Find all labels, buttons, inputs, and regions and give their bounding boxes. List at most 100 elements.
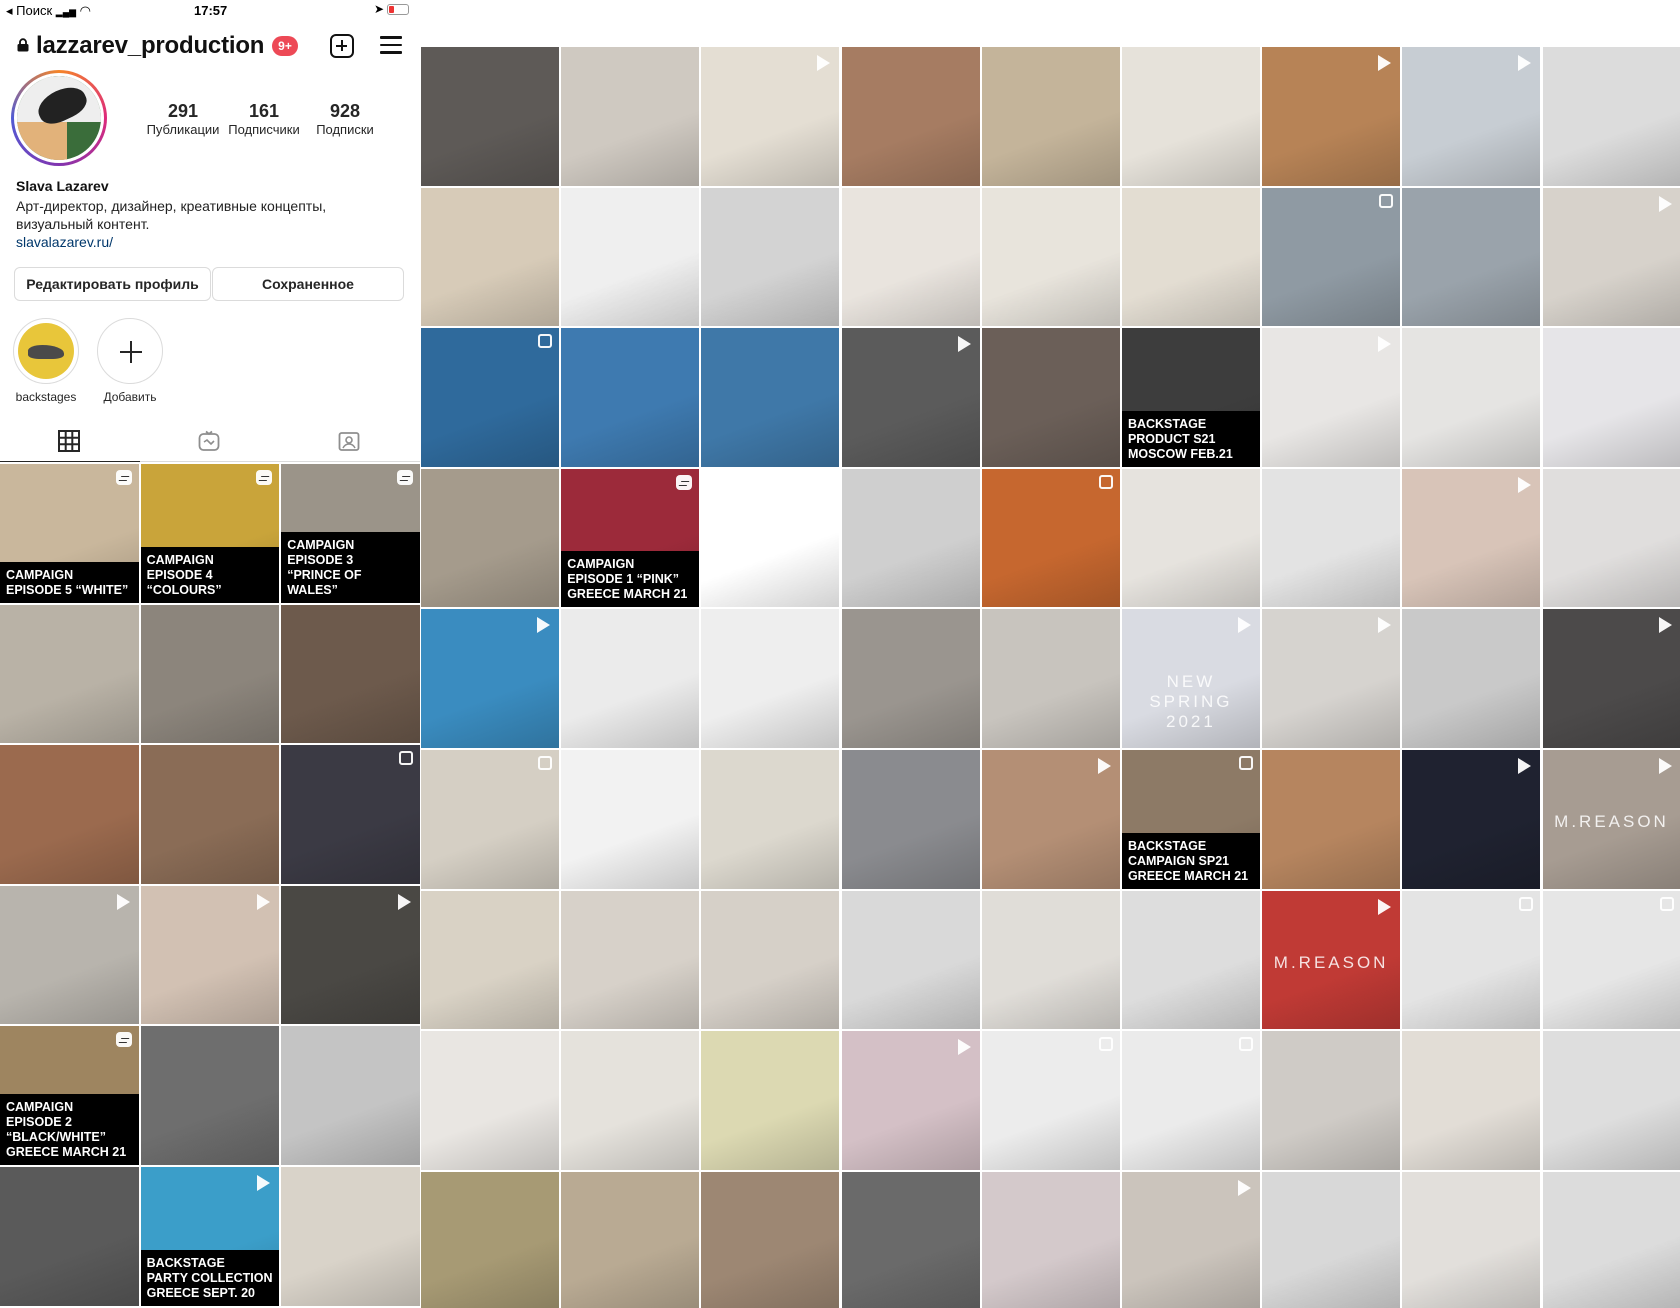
post-tile[interactable]: [841, 328, 980, 467]
highlight-backstages[interactable]: backstages: [13, 318, 79, 404]
post-tile[interactable]: CAMPAIGN EPISODE 2 “BLACK/WHITE” GREECE …: [0, 1026, 139, 1165]
post-tile[interactable]: [1262, 468, 1401, 608]
stat-followers[interactable]: 161 Подписчики: [225, 100, 303, 138]
post-tile[interactable]: [1262, 328, 1401, 467]
highlight-add[interactable]: Добавить: [97, 318, 163, 404]
post-tile[interactable]: [1402, 328, 1541, 467]
post-tile[interactable]: [841, 749, 980, 889]
post-tile[interactable]: [841, 609, 980, 748]
post-tile[interactable]: [981, 47, 1120, 186]
post-tile[interactable]: CAMPAIGN EPISODE 5 “WHITE”: [0, 464, 139, 603]
post-tile[interactable]: [981, 187, 1120, 327]
post-tile[interactable]: [1402, 1031, 1541, 1170]
post-tile[interactable]: [1121, 47, 1260, 186]
post-tile[interactable]: [1402, 187, 1541, 327]
post-tile[interactable]: [561, 1171, 700, 1308]
post-tile[interactable]: [981, 749, 1120, 889]
post-tile[interactable]: M.REASON: [1542, 749, 1680, 889]
profile-website-link[interactable]: slavalazarev.ru/: [16, 234, 113, 250]
post-tile[interactable]: BACKSTAGE PRODUCT S21 MOSCOW FEB.21: [1121, 328, 1260, 467]
post-tile[interactable]: BACKSTAGE CAMPAIGN SP21 GREECE MARCH 21: [1121, 749, 1260, 889]
post-tile[interactable]: BACKSTAGE PARTY COLLECTION GREECE SEPT. …: [140, 1166, 280, 1306]
post-tile[interactable]: [421, 1031, 559, 1170]
post-tile[interactable]: [281, 745, 420, 884]
post-tile[interactable]: [1402, 1171, 1541, 1308]
post-tile[interactable]: [0, 745, 139, 884]
post-tile[interactable]: [841, 1031, 980, 1170]
post-tile[interactable]: [281, 1166, 420, 1306]
post-tile[interactable]: [1402, 609, 1541, 748]
post-tile[interactable]: [140, 745, 280, 884]
notification-badge[interactable]: 9+: [272, 36, 298, 56]
post-tile[interactable]: CAMPAIGN EPISODE 4 “COLOURS”: [140, 464, 280, 603]
post-tile[interactable]: [701, 47, 840, 186]
post-tile[interactable]: [421, 749, 559, 889]
post-tile[interactable]: [981, 328, 1120, 467]
post-tile[interactable]: [1262, 1031, 1401, 1170]
post-tile[interactable]: [1542, 1171, 1680, 1308]
stat-posts[interactable]: 291 Публикации: [144, 100, 222, 138]
post-tile[interactable]: [981, 1171, 1120, 1308]
post-tile[interactable]: [561, 187, 700, 327]
menu-icon[interactable]: [380, 36, 402, 54]
tab-tagged[interactable]: [280, 422, 420, 462]
tab-posts-grid[interactable]: [0, 422, 140, 462]
post-tile[interactable]: [561, 890, 700, 1030]
edit-profile-button[interactable]: Редактировать профиль: [14, 267, 211, 301]
post-tile[interactable]: [701, 1031, 840, 1170]
post-tile[interactable]: [140, 885, 280, 1025]
post-tile[interactable]: [701, 609, 840, 748]
post-tile[interactable]: [841, 1171, 980, 1308]
post-tile[interactable]: [841, 47, 980, 186]
post-tile[interactable]: [281, 1026, 420, 1165]
post-tile[interactable]: [421, 328, 559, 467]
post-tile[interactable]: [561, 749, 700, 889]
post-tile[interactable]: [701, 187, 840, 327]
post-tile[interactable]: [1542, 47, 1680, 186]
post-tile[interactable]: [701, 1171, 840, 1308]
post-tile[interactable]: [421, 1171, 559, 1308]
post-tile[interactable]: [1402, 468, 1541, 608]
post-tile[interactable]: CAMPAIGN EPISODE 1 “PINK” GREECE MARCH 2…: [561, 468, 700, 608]
post-tile[interactable]: [0, 1166, 139, 1306]
post-tile[interactable]: [1121, 890, 1260, 1030]
post-tile[interactable]: [561, 1031, 700, 1170]
stat-following[interactable]: 928 Подписки: [306, 100, 384, 138]
post-tile[interactable]: [1402, 890, 1541, 1030]
post-tile[interactable]: [701, 468, 840, 608]
post-tile[interactable]: [1121, 468, 1260, 608]
post-tile[interactable]: [0, 604, 139, 744]
post-tile[interactable]: M.REASON: [1262, 890, 1401, 1030]
post-tile[interactable]: [561, 609, 700, 748]
post-tile[interactable]: [421, 187, 559, 327]
new-post-icon[interactable]: [330, 34, 354, 58]
post-tile[interactable]: [841, 890, 980, 1030]
post-tile[interactable]: [1542, 328, 1680, 467]
profile-handle[interactable]: lazzarev_production: [36, 32, 264, 60]
post-tile[interactable]: [981, 890, 1120, 1030]
post-tile[interactable]: [841, 468, 980, 608]
post-tile[interactable]: [281, 885, 420, 1025]
post-tile[interactable]: [1402, 749, 1541, 889]
post-tile[interactable]: [981, 468, 1120, 608]
post-tile[interactable]: NEW SPRING 2021: [1121, 609, 1260, 748]
post-tile[interactable]: [0, 885, 139, 1025]
post-tile[interactable]: [561, 47, 700, 186]
post-tile[interactable]: [1262, 187, 1401, 327]
post-tile[interactable]: [140, 1026, 280, 1165]
post-tile[interactable]: [981, 609, 1120, 748]
post-tile[interactable]: [1542, 1031, 1680, 1170]
post-tile[interactable]: [701, 328, 840, 467]
post-tile[interactable]: [1402, 47, 1541, 186]
post-tile[interactable]: [1262, 609, 1401, 748]
post-tile[interactable]: [841, 187, 980, 327]
back-to-search-link[interactable]: ◂ Поиск ▂▄▆ ◠: [6, 3, 91, 19]
post-tile[interactable]: [1121, 1171, 1260, 1308]
post-tile[interactable]: [1121, 187, 1260, 327]
post-tile[interactable]: [140, 604, 280, 744]
post-tile[interactable]: [1542, 609, 1680, 748]
post-tile[interactable]: [701, 749, 840, 889]
post-tile[interactable]: [1542, 890, 1680, 1030]
saved-button[interactable]: Сохраненное: [212, 267, 404, 301]
avatar[interactable]: [11, 70, 107, 166]
